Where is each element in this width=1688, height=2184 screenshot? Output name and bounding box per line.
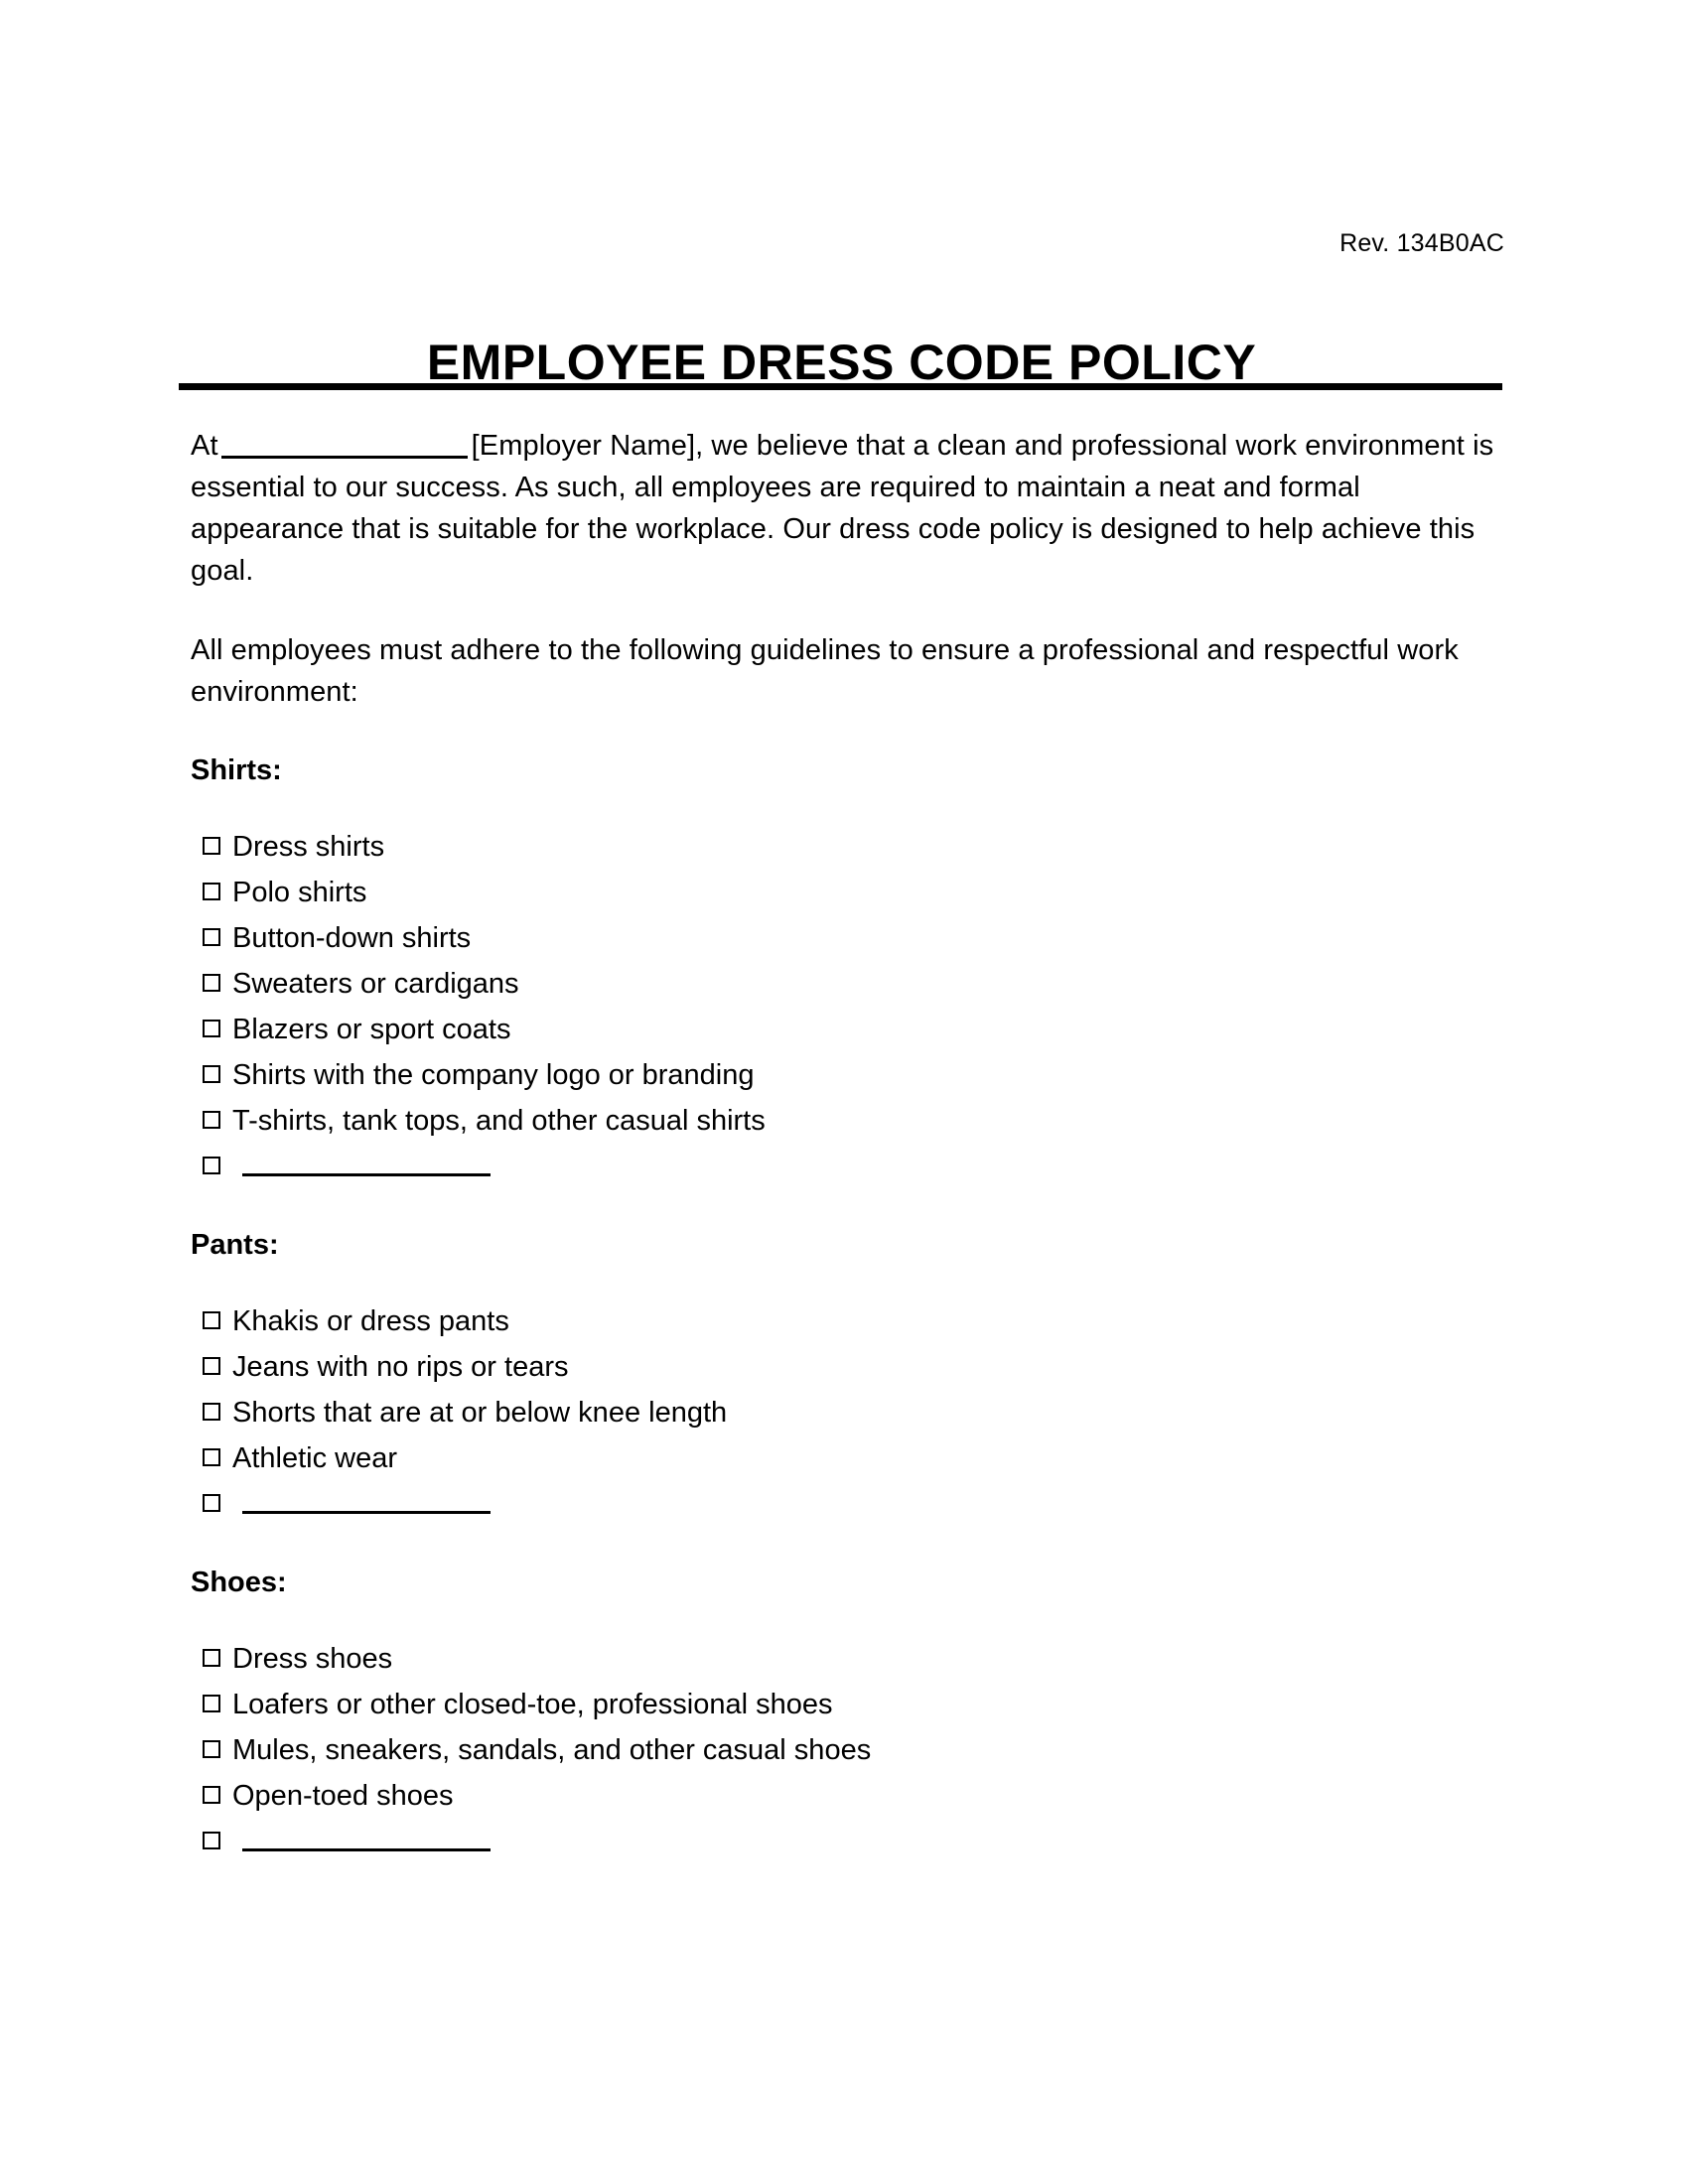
checkbox-icon[interactable] (203, 928, 220, 946)
checkbox-icon[interactable] (203, 1020, 220, 1037)
checkbox-item-label: Blazers or sport coats (232, 1014, 511, 1045)
intro-paragraph-1-prefix: At (191, 430, 218, 462)
intro-paragraph-2: All employees must adhere to the followi… (191, 634, 1459, 708)
checkbox-list-item[interactable]: Athletic wear (191, 1435, 1501, 1481)
write-in-blank[interactable] (242, 1819, 491, 1851)
checkbox-list-item[interactable]: Dress shoes (191, 1636, 1501, 1682)
checkbox-list-item[interactable]: Khakis or dress pants (191, 1298, 1501, 1344)
checkbox-icon[interactable] (203, 1357, 220, 1375)
checkbox-item-label: Khakis or dress pants (232, 1305, 509, 1337)
checkbox-list-item[interactable]: Blazers or sport coats (191, 1007, 1501, 1052)
checkbox-icon[interactable] (203, 1311, 220, 1329)
revision-code: Rev. 134B0AC (1339, 229, 1504, 257)
section-heading: Shirts: (191, 754, 282, 786)
checkbox-list-item[interactable]: Mules, sneakers, sandals, and other casu… (191, 1727, 1501, 1773)
checkbox-list: Dress shirts Polo shirts Button-down shirt… (191, 824, 1501, 1189)
checkbox-icon[interactable] (203, 1403, 220, 1421)
checkbox-item-label: Mules, sneakers, sandals, and other casu… (232, 1734, 872, 1766)
checkbox-item-label: Dress shoes (232, 1643, 393, 1675)
checkbox-icon[interactable] (203, 1695, 220, 1712)
checkbox-list-item[interactable]: Open-toed shoes (191, 1773, 1501, 1819)
section-heading: Pants: (191, 1229, 279, 1261)
document-page: Rev. 134B0AC EMPLOYEE DRESS CODE POLICY … (0, 0, 1688, 2184)
checkbox-list-item[interactable]: Sweaters or cardigans (191, 961, 1501, 1007)
employer-name-blank[interactable] (220, 456, 468, 459)
policy-sections: Shirts: Dress shirts Polo shirts Button-dow… (191, 751, 1501, 1864)
write-in-blank[interactable] (242, 1144, 491, 1176)
write-in-blank[interactable] (242, 1481, 491, 1514)
checkbox-item-label: T-shirts, tank tops, and other casual sh… (232, 1105, 766, 1137)
checkbox-item-label: Polo shirts (232, 877, 367, 908)
checkbox-icon[interactable] (203, 1740, 220, 1758)
section-heading: Shoes: (191, 1567, 287, 1598)
checkbox-item-label: Button-down shirts (232, 922, 472, 954)
policy-section: Shirts: Dress shirts Polo shirts Button-dow… (191, 751, 1501, 1189)
checkbox-icon[interactable] (203, 837, 220, 855)
checkbox-icon[interactable] (203, 1494, 220, 1512)
intro-paragraph-1-suffix: [Employer Name], we believe that a clean… (191, 430, 1494, 587)
checkbox-icon[interactable] (203, 1832, 220, 1849)
checkbox-icon[interactable] (203, 1065, 220, 1083)
checkbox-icon[interactable] (203, 1649, 220, 1667)
checkbox-item-label: Shirts with the company logo or branding (232, 1059, 755, 1091)
checkbox-icon[interactable] (203, 1111, 220, 1129)
checkbox-item-label: Sweaters or cardigans (232, 968, 519, 1000)
checkbox-item-label: Jeans with no rips or tears (232, 1351, 569, 1383)
checkbox-list-item[interactable]: Dress shirts (191, 824, 1501, 870)
checkbox-icon[interactable] (203, 883, 220, 900)
checkbox-list-item[interactable]: Button-down shirts (191, 915, 1501, 961)
checkbox-icon[interactable] (203, 974, 220, 992)
checkbox-list-item-blank[interactable] (191, 1819, 1501, 1864)
checkbox-list-item[interactable]: Shorts that are at or below knee length (191, 1390, 1501, 1435)
checkbox-list-item-blank[interactable] (191, 1481, 1501, 1527)
checkbox-list-item[interactable]: Shirts with the company logo or branding (191, 1052, 1501, 1098)
document-body: At [Employer Name], we believe that a cle… (191, 425, 1501, 1900)
checkbox-icon[interactable] (203, 1786, 220, 1804)
checkbox-item-label: Dress shirts (232, 831, 385, 863)
checkbox-item-label: Athletic wear (232, 1442, 398, 1474)
checkbox-list-item-blank[interactable] (191, 1144, 1501, 1189)
checkbox-list-item[interactable]: Jeans with no rips or tears (191, 1344, 1501, 1390)
intro-paragraph-1: At [Employer Name], we believe that a cle… (191, 425, 1501, 592)
checkbox-item-label: Shorts that are at or below knee length (232, 1397, 728, 1429)
checkbox-list-item[interactable]: Loafers or other closed-toe, professiona… (191, 1682, 1501, 1727)
checkbox-list: Khakis or dress pants Jeans with no rips … (191, 1298, 1501, 1527)
title-divider (179, 383, 1502, 390)
checkbox-icon[interactable] (203, 1157, 220, 1174)
checkbox-item-label: Loafers or other closed-toe, professiona… (232, 1689, 833, 1720)
checkbox-item-label: Open-toed shoes (232, 1780, 454, 1812)
checkbox-list: Dress shoes Loafers or other closed-toe, … (191, 1636, 1501, 1864)
policy-section: Shoes: Dress shoes Loafers or other closed… (191, 1563, 1501, 1864)
policy-section: Pants: Khakis or dress pants Jeans with no… (191, 1225, 1501, 1527)
checkbox-list-item[interactable]: Polo shirts (191, 870, 1501, 915)
checkbox-icon[interactable] (203, 1448, 220, 1466)
checkbox-list-item[interactable]: T-shirts, tank tops, and other casual sh… (191, 1098, 1501, 1144)
